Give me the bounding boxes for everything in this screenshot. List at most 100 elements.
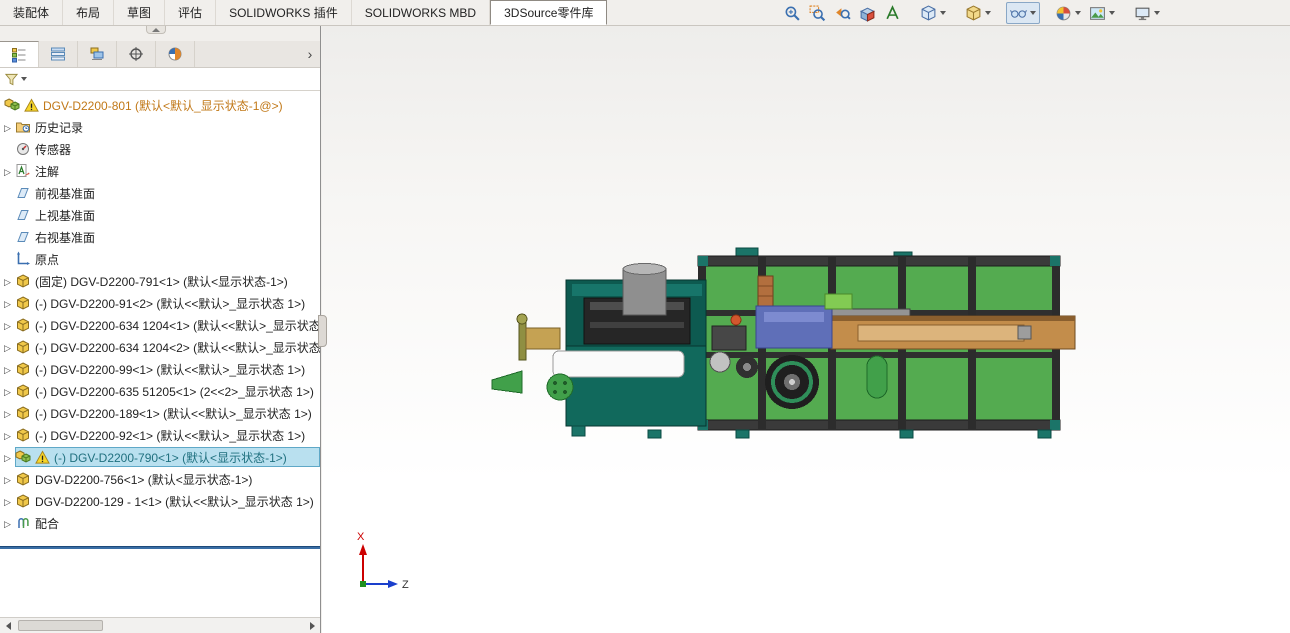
dynamic-annotation-button[interactable] (880, 2, 905, 24)
slide-bar-part[interactable] (553, 351, 684, 377)
edit-appearance-button[interactable] (1051, 2, 1085, 24)
scroll-left-arrow[interactable] (0, 618, 16, 633)
configurationmanager-tab[interactable] (78, 41, 117, 67)
ribbon-tab[interactable]: 布局 (63, 0, 114, 25)
cylinder-part[interactable] (623, 269, 666, 315)
expand-arrow[interactable] (0, 318, 15, 332)
tree-item[interactable]: 注解 (0, 160, 320, 182)
part-icon (15, 383, 32, 399)
expand-arrow[interactable] (0, 472, 15, 486)
tree-item[interactable]: (固定) DGV-D2200-791<1> (默认<显示状态-1>) (0, 270, 320, 292)
tree-item[interactable]: 传感器 (0, 138, 320, 160)
expand-arrow[interactable] (0, 450, 15, 464)
dropdown-caret[interactable] (1030, 11, 1036, 15)
apply-scene-button[interactable] (1085, 2, 1119, 24)
panel-splitter-handle[interactable] (318, 315, 327, 347)
expand-arrow[interactable] (0, 362, 15, 376)
filter-funnel-icon[interactable] (4, 72, 19, 87)
part-icon (15, 339, 32, 355)
panel-expand-arrow[interactable]: › (300, 41, 320, 67)
dimxpertmanager-tab[interactable] (117, 41, 156, 67)
expand-arrow[interactable] (0, 406, 15, 420)
dropdown-caret[interactable] (1109, 11, 1115, 15)
eye-icon (1010, 5, 1027, 22)
displaymanager-tab[interactable] (156, 41, 195, 67)
scroll-track[interactable] (16, 618, 304, 633)
dropdown-caret[interactable] (1075, 11, 1081, 15)
scroll-right-arrow[interactable] (304, 618, 320, 633)
tree-item[interactable]: DGV-D2200-801 (默认<默认_显示状态-1@>) (0, 94, 320, 116)
tree-item[interactable]: (-) DGV-D2200-635 51205<1> (2<<2>_显示状态 1… (0, 380, 320, 402)
tree-item[interactable]: (-) DGV-D2200-634 1204<2> (默认<<默认>_显示状态 … (0, 336, 320, 358)
history-icon (15, 119, 32, 135)
ribbon-tab[interactable]: 装配体 (0, 0, 63, 25)
view-settings-button[interactable] (1130, 2, 1164, 24)
ribbon-tab[interactable]: SOLIDWORKS 插件 (216, 0, 352, 25)
ribbon-tab[interactable]: 评估 (165, 0, 216, 25)
tree-item[interactable]: (-) DGV-D2200-91<2> (默认<<默认>_显示状态 1>) (0, 292, 320, 314)
orientation-triad: X Z (357, 531, 409, 591)
expand-arrow[interactable] (0, 428, 15, 442)
tree-item[interactable]: 原点 (0, 248, 320, 270)
ribbon-tab[interactable]: 3DSource零件库 (490, 0, 607, 25)
section-view-button[interactable] (855, 2, 880, 24)
sensors-icon (15, 141, 32, 157)
plane-icon (15, 229, 32, 245)
tree-item[interactable]: 前视基准面 (0, 182, 320, 204)
tree-item[interactable]: 上视基准面 (0, 204, 320, 226)
section-view-icon (859, 5, 876, 22)
tree-item[interactable]: DGV-D2200-129 - 1<1> (默认<<默认>_显示状态 1>) (0, 490, 320, 512)
zoom-fit-button[interactable] (780, 2, 805, 24)
expand-arrow[interactable] (0, 516, 15, 530)
solidworks-window: 装配体布局草图评估SOLIDWORKS 插件SOLIDWORKS MBD3DSo… (0, 0, 1290, 633)
part-icon (15, 405, 32, 421)
flywheel-part[interactable] (765, 355, 819, 409)
ribbon-tab[interactable]: SOLIDWORKS MBD (352, 0, 490, 25)
expand-arrow[interactable] (0, 296, 15, 310)
propertymanager-tab[interactable] (39, 41, 78, 67)
warning-icon (24, 98, 40, 113)
tree-item[interactable]: DGV-D2200-756<1> (默认<显示状态-1>) (0, 468, 320, 490)
dropdown-caret[interactable] (1154, 11, 1160, 15)
ribbon-tabs: 装配体布局草图评估SOLIDWORKS 插件SOLIDWORKS MBD3DSo… (0, 0, 607, 25)
hide-show-items-button[interactable] (1006, 2, 1040, 24)
tree-item[interactable]: 历史记录 (0, 116, 320, 138)
tree-item-label: (-) DGV-D2200-91<2> (默认<<默认>_显示状态 1>) (35, 295, 305, 312)
tree-item[interactable]: 右视基准面 (0, 226, 320, 248)
tree-item[interactable]: 配合 (0, 512, 320, 534)
conveyor-beam[interactable] (831, 316, 1075, 349)
ribbon-tab[interactable]: 草图 (114, 0, 165, 25)
tree-item[interactable]: (-) DGV-D2200-790<1> (默认<显示状态-1>) (0, 446, 320, 468)
graphics-canvas[interactable]: X Z (322, 26, 1290, 633)
tree-item[interactable]: (-) DGV-D2200-99<1> (默认<<默认>_显示状态 1>) (0, 358, 320, 380)
expand-arrow[interactable] (0, 384, 15, 398)
filter-dropdown-caret[interactable] (21, 77, 27, 81)
expand-arrow[interactable] (0, 494, 15, 508)
ribbon-collapse-handle[interactable] (146, 26, 166, 34)
tree-item[interactable]: (-) DGV-D2200-634 1204<1> (默认<<默认>_显示状态 … (0, 314, 320, 336)
tree-item[interactable]: (-) DGV-D2200-189<1> (默认<<默认>_显示状态 1>) (0, 402, 320, 424)
rollback-bar[interactable] (0, 546, 320, 549)
dropdown-caret[interactable] (985, 11, 991, 15)
zoom-fit-icon (784, 5, 801, 22)
plane-icon (15, 185, 32, 201)
graphics-area[interactable]: X Z (322, 26, 1290, 633)
tree-filter-row[interactable] (0, 68, 320, 91)
scroll-thumb[interactable] (18, 620, 103, 631)
dimxpert-icon (128, 46, 144, 62)
expand-arrow[interactable] (0, 274, 15, 288)
expand-arrow[interactable] (0, 164, 15, 178)
tree-item[interactable]: (-) DGV-D2200-92<1> (默认<<默认>_显示状态 1>) (0, 424, 320, 446)
part-icon (15, 361, 32, 377)
expand-arrow[interactable] (0, 340, 15, 354)
expand-arrow[interactable] (0, 120, 15, 134)
previous-view-button[interactable] (830, 2, 855, 24)
panel-horizontal-scrollbar[interactable] (0, 617, 320, 633)
zoom-area-button[interactable] (805, 2, 830, 24)
machine-model[interactable] (492, 248, 1075, 438)
dropdown-caret[interactable] (940, 11, 946, 15)
view-orientation-button[interactable] (916, 2, 950, 24)
featuremanager-tab[interactable] (0, 41, 39, 67)
green-disc-part[interactable] (547, 374, 573, 400)
display-style-button[interactable] (961, 2, 995, 24)
